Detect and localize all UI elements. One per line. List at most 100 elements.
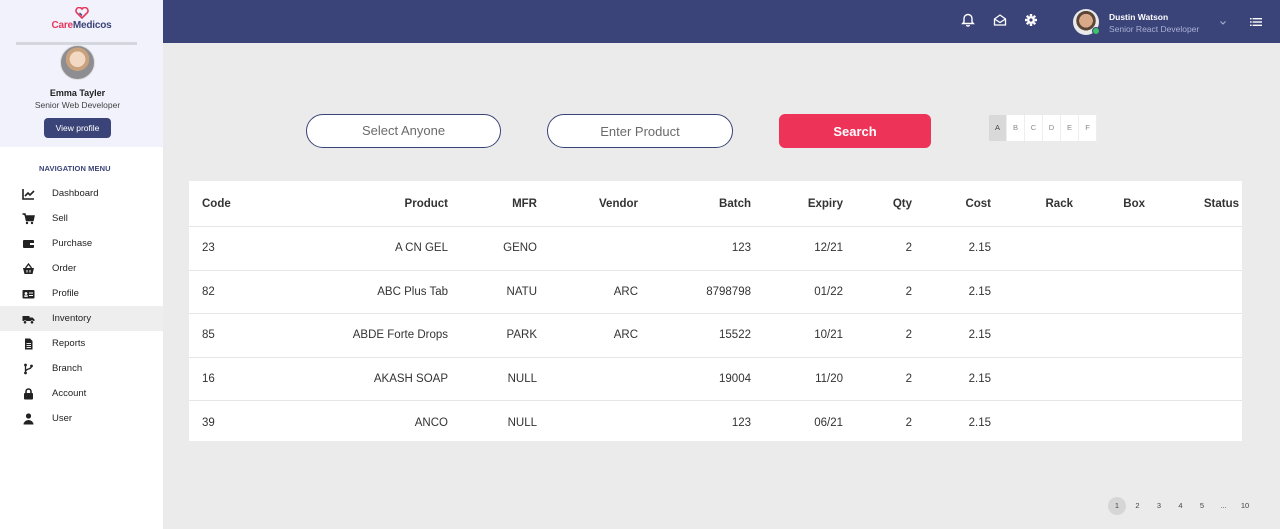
nav-label: Branch bbox=[52, 363, 83, 374]
cell-mfr: NULL bbox=[507, 372, 537, 385]
cell-mfr: PARK bbox=[506, 329, 537, 342]
cell-product: ABC Plus Tab bbox=[377, 285, 448, 298]
list-menu-icon[interactable] bbox=[1249, 15, 1263, 29]
table-row[interactable]: 85 ABDE Forte Drops PARK ARC 15522 10/21… bbox=[189, 314, 1242, 358]
nav-item-purchase[interactable]: Purchase bbox=[0, 231, 163, 256]
cell-mfr: GENO bbox=[503, 242, 537, 255]
header-user-role: Senior React Developer bbox=[1109, 24, 1200, 34]
nav-label: Dashboard bbox=[52, 188, 99, 199]
col-header-mfr[interactable]: MFR bbox=[512, 181, 537, 226]
sidebar-avatar bbox=[60, 45, 95, 80]
bell-icon[interactable] bbox=[961, 13, 975, 27]
nav-item-order[interactable]: Order bbox=[0, 256, 163, 281]
col-header-code[interactable]: Code bbox=[202, 181, 231, 226]
wallet-icon bbox=[22, 238, 35, 250]
cell-cost: 2.15 bbox=[968, 416, 991, 429]
cell-batch: 123 bbox=[731, 242, 751, 255]
alpha-letter-e[interactable]: E bbox=[1061, 115, 1079, 141]
cell-cost: 2.15 bbox=[968, 242, 991, 255]
envelope-icon[interactable] bbox=[993, 13, 1007, 27]
select-anyone-dropdown[interactable]: Select Anyone bbox=[306, 114, 501, 148]
cell-vendor: ARC bbox=[613, 285, 638, 298]
brand-logo[interactable]: CareMedicos bbox=[0, 7, 163, 31]
cell-code: 39 bbox=[202, 416, 215, 429]
cell-batch: 19004 bbox=[719, 372, 751, 385]
table-row[interactable]: 23 A CN GEL GENO 123 12/21 2 2.15 bbox=[189, 227, 1242, 271]
cell-code: 16 bbox=[202, 372, 215, 385]
cell-product: ANCO bbox=[414, 416, 448, 429]
page-3[interactable]: 3 bbox=[1149, 497, 1169, 515]
cell-batch: 15522 bbox=[719, 329, 751, 342]
header-user-name[interactable]: Dustin Watson bbox=[1109, 12, 1168, 22]
nav-item-sell[interactable]: Sell bbox=[0, 206, 163, 231]
user-icon bbox=[22, 412, 35, 425]
page-1[interactable]: 1 bbox=[1108, 497, 1126, 515]
nav-item-user[interactable]: User bbox=[0, 406, 163, 431]
table-header-row: Code Product MFR Vendor Batch Expiry Qty… bbox=[189, 181, 1242, 227]
cell-mfr: NATU bbox=[506, 285, 537, 298]
cell-code: 82 bbox=[202, 285, 215, 298]
cell-product: A CN GEL bbox=[394, 242, 448, 255]
nav-item-profile[interactable]: Profile bbox=[0, 281, 163, 306]
col-header-vendor[interactable]: Vendor bbox=[599, 181, 638, 226]
col-header-rack[interactable]: Rack bbox=[1046, 181, 1074, 226]
cell-batch: 123 bbox=[731, 416, 751, 429]
nav-item-inventory[interactable]: Inventory bbox=[0, 306, 163, 331]
nav-item-reports[interactable]: Reports bbox=[0, 331, 163, 356]
truck-icon bbox=[22, 313, 35, 325]
nav-label: User bbox=[52, 413, 73, 424]
alpha-letter-a[interactable]: A bbox=[989, 115, 1007, 141]
cell-qty: 2 bbox=[905, 372, 912, 385]
page-10[interactable]: 10 bbox=[1235, 497, 1255, 515]
col-header-cost[interactable]: Cost bbox=[965, 181, 991, 226]
nav-label: Profile bbox=[52, 288, 79, 299]
cell-mfr: NULL bbox=[507, 416, 537, 429]
alphabet-filter: A B C D E F bbox=[989, 115, 1097, 141]
cell-qty: 2 bbox=[905, 329, 912, 342]
cell-batch: 8798798 bbox=[706, 285, 751, 298]
basket-icon bbox=[22, 262, 35, 275]
nav-item-account[interactable]: Account bbox=[0, 381, 163, 406]
cell-expiry: 06/21 bbox=[814, 416, 843, 429]
table-row[interactable]: 82 ABC Plus Tab NATU ARC 8798798 01/22 2… bbox=[189, 271, 1242, 314]
page-2[interactable]: 2 bbox=[1128, 497, 1148, 515]
nav-item-dashboard[interactable]: Dashboard bbox=[0, 181, 163, 206]
lock-icon bbox=[22, 387, 35, 400]
brand-name: CareMedicos bbox=[51, 20, 112, 31]
cell-qty: 2 bbox=[905, 285, 912, 298]
gear-icon[interactable] bbox=[1024, 13, 1038, 27]
cell-code: 85 bbox=[202, 329, 215, 342]
table-row[interactable]: 39 ANCO NULL 123 06/21 2 2.15 bbox=[189, 401, 1242, 445]
nav-label: Reports bbox=[52, 338, 86, 349]
col-header-qty[interactable]: Qty bbox=[893, 181, 912, 226]
alpha-letter-b[interactable]: B bbox=[1007, 115, 1025, 141]
chevron-down-icon[interactable] bbox=[1218, 15, 1228, 25]
col-header-product[interactable]: Product bbox=[405, 181, 448, 226]
view-profile-button[interactable]: View profile bbox=[44, 118, 111, 138]
nav-item-branch[interactable]: Branch bbox=[0, 356, 163, 381]
product-search-input[interactable] bbox=[547, 114, 733, 148]
cell-cost: 2.15 bbox=[968, 329, 991, 342]
online-status-dot bbox=[1092, 27, 1100, 35]
alpha-letter-c[interactable]: C bbox=[1025, 115, 1043, 141]
alpha-letter-d[interactable]: D bbox=[1043, 115, 1061, 141]
col-header-batch[interactable]: Batch bbox=[719, 181, 751, 226]
cell-expiry: 10/21 bbox=[814, 329, 843, 342]
page-5[interactable]: 5 bbox=[1192, 497, 1212, 515]
cell-expiry: 12/21 bbox=[814, 242, 843, 255]
nav-label: Purchase bbox=[52, 238, 93, 249]
col-header-box[interactable]: Box bbox=[1123, 181, 1145, 226]
page-4[interactable]: 4 bbox=[1171, 497, 1191, 515]
col-header-expiry[interactable]: Expiry bbox=[808, 181, 843, 226]
chart-line-icon bbox=[22, 188, 35, 200]
col-header-status[interactable]: Status bbox=[1204, 181, 1239, 226]
table-row[interactable]: 16 AKASH SOAP NULL 19004 11/20 2 2.15 bbox=[189, 358, 1242, 401]
search-button[interactable]: Search bbox=[779, 114, 931, 148]
sidebar: CareMedicos Emma Tayler Senior Web Devel… bbox=[0, 0, 163, 529]
sidebar-profile-panel: CareMedicos Emma Tayler Senior Web Devel… bbox=[0, 0, 163, 147]
cell-cost: 2.15 bbox=[968, 285, 991, 298]
file-icon bbox=[22, 338, 35, 350]
branch-icon bbox=[22, 363, 35, 375]
cell-vendor: ARC bbox=[613, 329, 638, 342]
alpha-letter-f[interactable]: F bbox=[1079, 115, 1097, 141]
